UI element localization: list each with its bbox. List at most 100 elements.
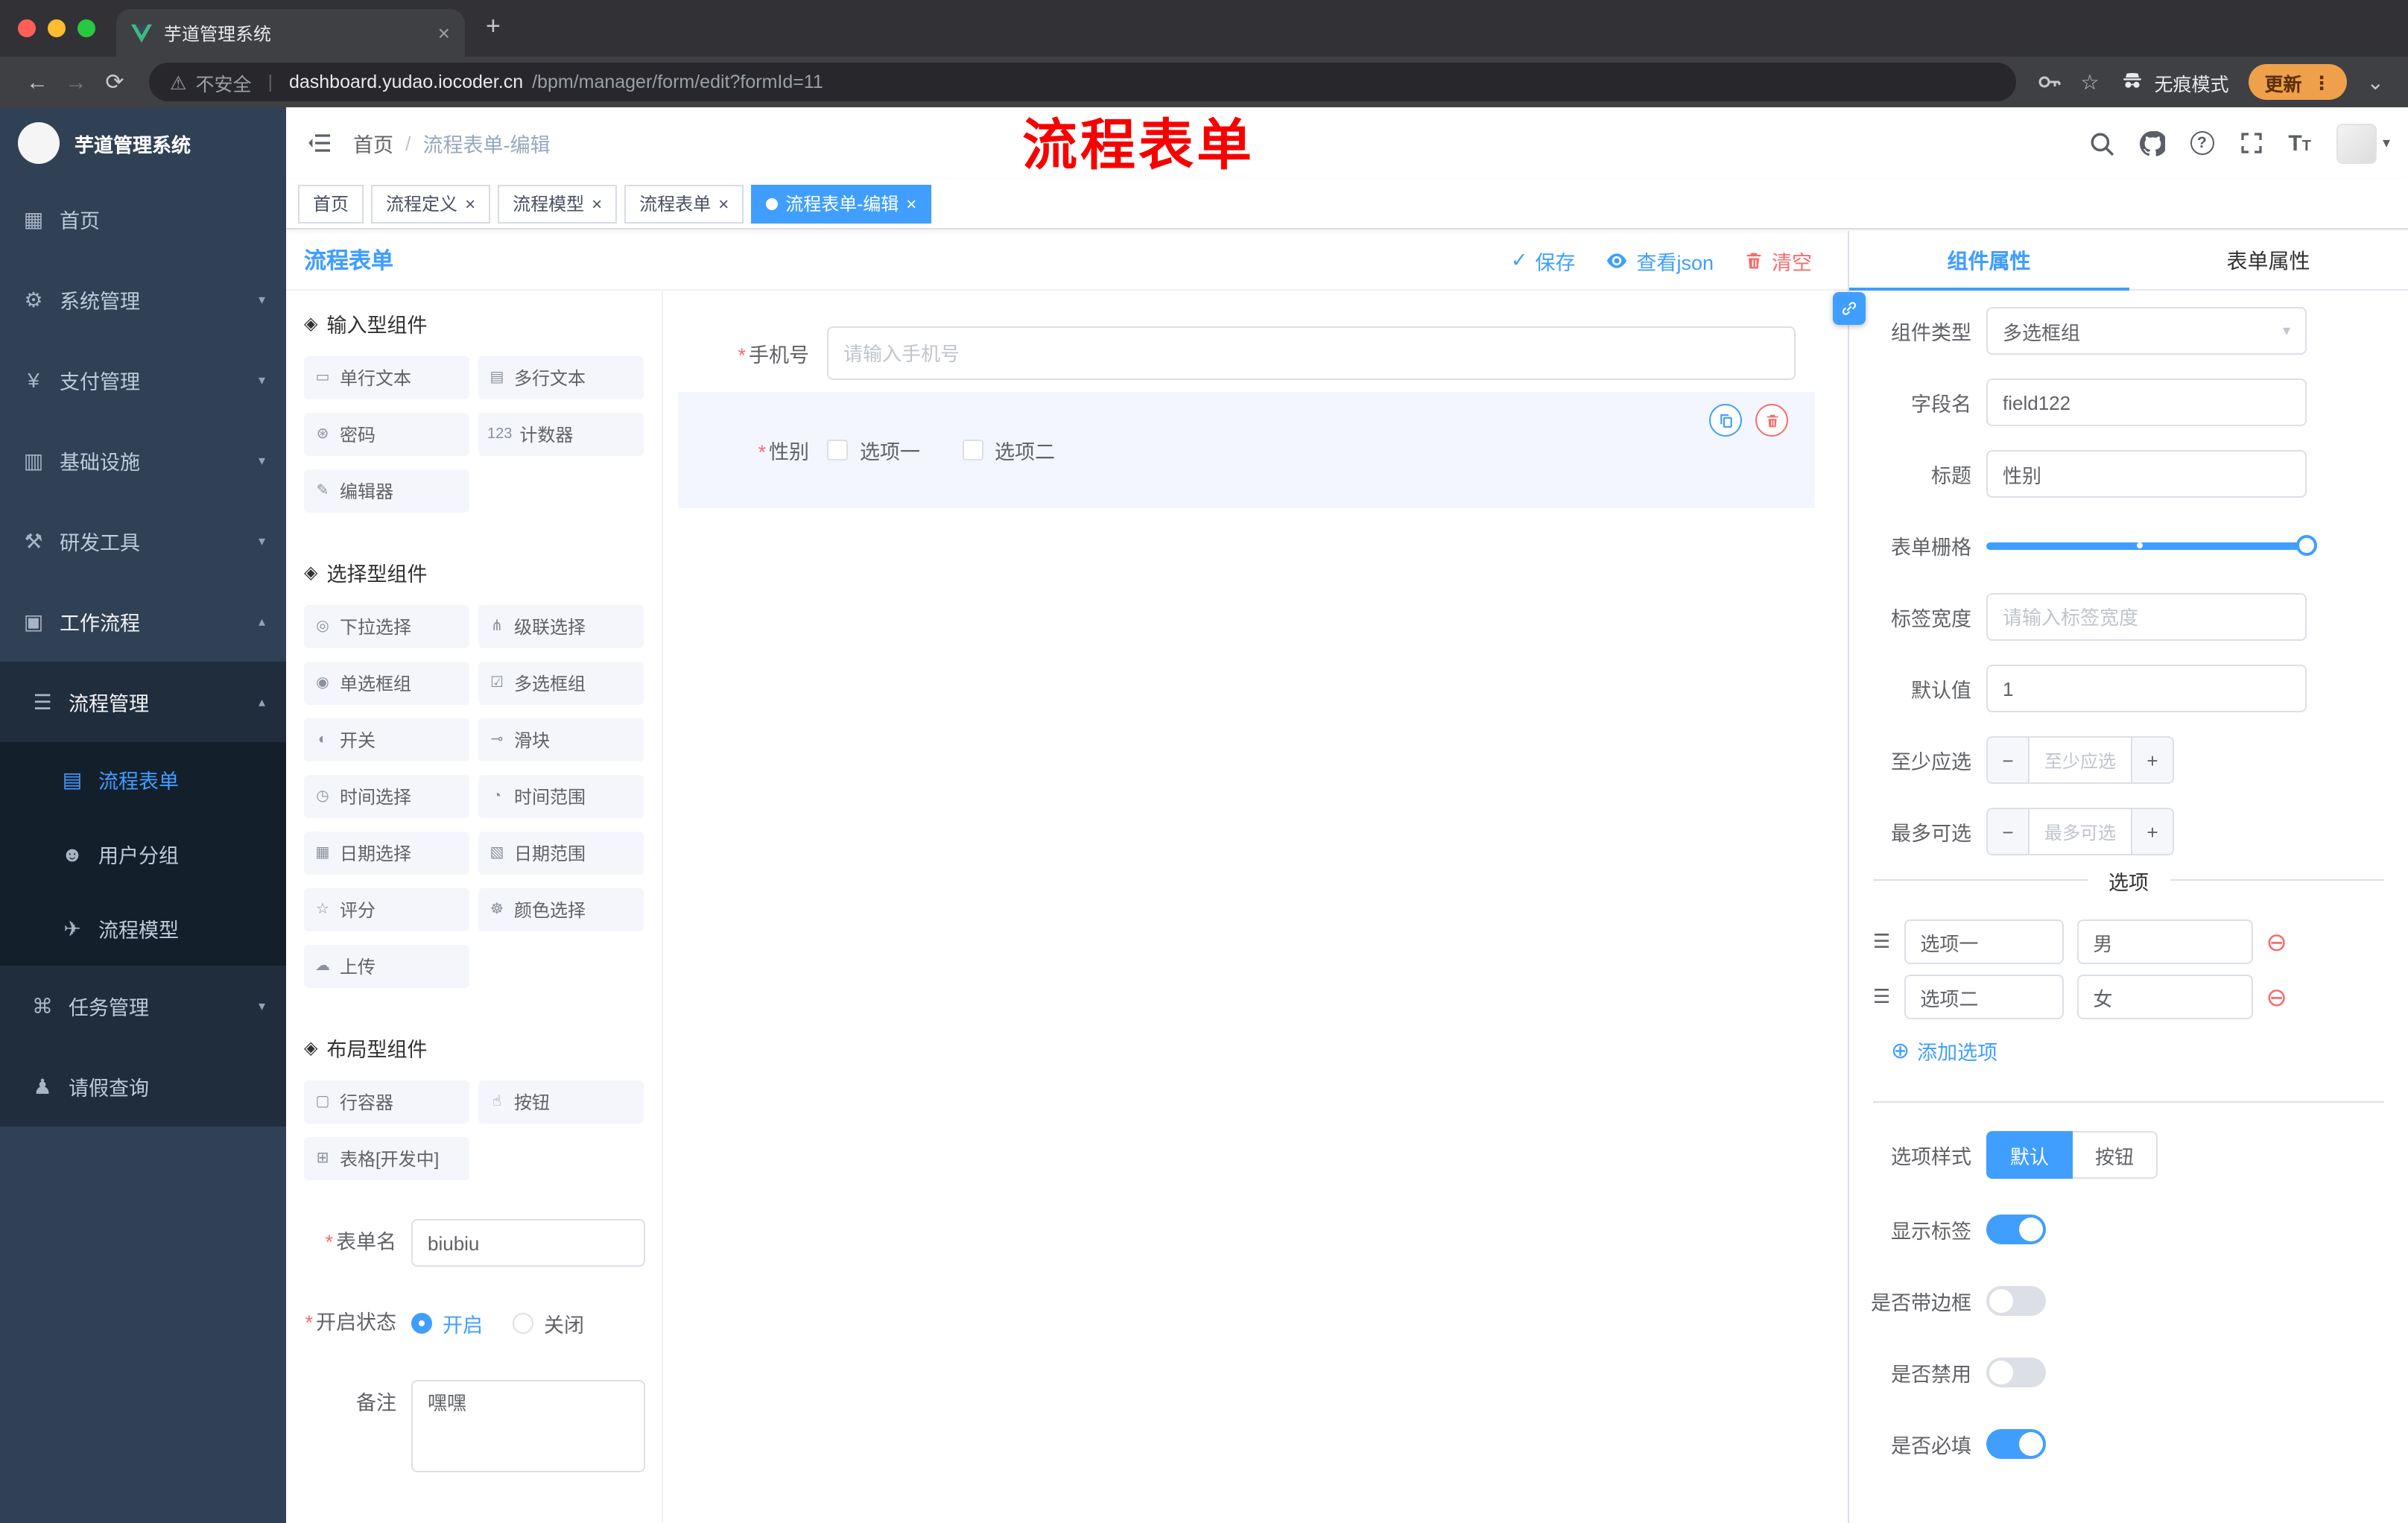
delete-component-button[interactable] [1755, 404, 1788, 437]
form-grid-slider[interactable] [1986, 522, 2317, 569]
back-button[interactable]: ← [18, 69, 57, 95]
sidebar-item-system-mgmt[interactable]: ⚙ 系统管理 ▾ [0, 259, 286, 340]
sidebar-item-dev-tools[interactable]: ⚒ 研发工具 ▾ [0, 501, 286, 581]
palette-chip-upload[interactable]: ☁ 上传 [304, 945, 469, 988]
palette-chip-slider[interactable]: ⊸ 滑块 [478, 718, 644, 762]
remove-option-icon[interactable]: ⊖ [2266, 984, 2287, 1010]
palette-chip-date-picker[interactable]: ▦ 日期选择 [304, 832, 469, 875]
form-name-input[interactable] [411, 1219, 645, 1267]
style-default-button[interactable]: 默认 [1986, 1131, 2073, 1179]
increase-button[interactable]: + [2131, 738, 2173, 782]
sidebar-logo[interactable]: 芋道管理系统 [0, 107, 286, 179]
palette-chip-switch[interactable]: ◐ 开关 [304, 718, 469, 762]
sidebar-item-process-model[interactable]: ✈ 流程模型 [0, 891, 286, 966]
field-name-input[interactable] [1986, 379, 2307, 426]
decrease-button[interactable]: − [1988, 738, 2030, 782]
search-icon[interactable] [2088, 130, 2114, 156]
show-label-toggle[interactable] [1986, 1215, 2046, 1244]
sidebar-item-payment-mgmt[interactable]: ¥ 支付管理 ▾ [0, 340, 286, 420]
tab-form-props[interactable]: 表单属性 [2129, 231, 2408, 289]
sidebar-item-user-group[interactable]: ☻ 用户分组 [0, 817, 286, 891]
remove-option-icon[interactable]: ⊖ [2266, 929, 2287, 954]
status-off-radio[interactable]: 关闭 [513, 1308, 584, 1338]
close-icon[interactable]: × [465, 193, 475, 214]
decrease-button[interactable]: − [1988, 809, 2030, 854]
title-input[interactable] [1986, 450, 2307, 498]
option-label-input[interactable] [1904, 975, 2064, 1019]
password-key-icon[interactable] [2037, 70, 2061, 94]
window-close-button[interactable] [18, 19, 36, 37]
fullscreen-icon[interactable] [2239, 131, 2263, 155]
palette-chip-color-picker[interactable]: ☸ 颜色选择 [478, 888, 644, 931]
default-value-input[interactable] [1986, 665, 2307, 712]
palette-chip-rate[interactable]: ☆ 评分 [304, 888, 469, 931]
palette-chip-button[interactable]: ☝ 按钮 [478, 1080, 644, 1124]
reload-button[interactable]: ⟳ [95, 69, 134, 95]
add-option-button[interactable]: ⊕ 添加选项 [1891, 1036, 2408, 1066]
close-icon[interactable]: × [592, 193, 602, 214]
help-icon[interactable]: ? [2190, 131, 2214, 155]
palette-chip-password[interactable]: ⊛ 密码 [304, 413, 469, 456]
palette-chip-row-container[interactable]: ▢ 行容器 [304, 1080, 469, 1124]
canvas-field-gender-selected[interactable]: * 性别 选项一 选项二 [678, 392, 1815, 508]
close-icon[interactable]: × [718, 193, 729, 214]
palette-chip-select[interactable]: ◎ 下拉选择 [304, 605, 469, 648]
new-tab-button[interactable]: + [486, 12, 501, 42]
border-toggle[interactable] [1986, 1286, 2046, 1316]
form-canvas[interactable]: *手机号 *性别 选项一 选项二 [663, 291, 1848, 1523]
status-on-radio[interactable]: 开启 [411, 1308, 483, 1338]
slider-handle[interactable] [2296, 535, 2317, 556]
save-button[interactable]: ✓ 保存 [1511, 245, 1576, 275]
view-json-button[interactable]: 查看json [1605, 245, 1714, 275]
palette-chip-time-range[interactable]: ◔ 时间范围 [478, 775, 644, 818]
github-icon[interactable] [2139, 130, 2165, 156]
sidebar-item-task-mgmt[interactable]: ⌘ 任务管理 ▾ [0, 966, 286, 1046]
palette-chip-cascader[interactable]: ⋔ 级联选择 [478, 605, 644, 648]
doc-link-button[interactable] [1833, 292, 1866, 325]
security-label[interactable]: 不安全 [195, 68, 251, 96]
palette-chip-editor[interactable]: ✎ 编辑器 [304, 469, 469, 513]
copy-component-button[interactable] [1709, 404, 1742, 437]
palette-chip-multi-text[interactable]: ▤ 多行文本 [478, 356, 644, 399]
required-toggle[interactable] [1986, 1429, 2046, 1459]
hamburger-icon[interactable] [286, 131, 353, 155]
palette-chip-checkbox-group[interactable]: ☑ 多选框组 [478, 662, 644, 705]
sidebar-item-process-form[interactable]: ▤ 流程表单 [0, 742, 286, 817]
palette-chip-single-text[interactable]: ▭ 单行文本 [304, 356, 469, 399]
window-minimize-button[interactable] [48, 19, 66, 37]
close-icon[interactable]: × [906, 193, 916, 214]
forward-button[interactable]: → [57, 69, 95, 95]
palette-chip-table[interactable]: ⊞ 表格[开发中] [304, 1137, 469, 1180]
tab-close-icon[interactable]: × [438, 22, 450, 43]
min-select-input[interactable]: 至少应选 [2030, 738, 2131, 782]
component-type-select[interactable]: 多选框组 ▾ [1986, 307, 2307, 355]
canvas-field-phone[interactable]: * 手机号 [678, 326, 1848, 380]
profile-caret-icon[interactable]: ⌄ [2367, 69, 2384, 95]
tag-process-form-edit[interactable]: 流程表单-编辑 × [751, 184, 932, 223]
palette-chip-counter[interactable]: 123 计数器 [478, 413, 644, 456]
sidebar-item-infrastructure[interactable]: ▥ 基础设施 ▾ [0, 420, 286, 501]
tag-home[interactable]: 首页 [298, 184, 364, 223]
tab-component-props[interactable]: 组件属性 [1849, 231, 2129, 291]
tag-process-model[interactable]: 流程模型 × [498, 184, 618, 223]
drag-handle-icon[interactable]: ☰ [1873, 985, 1890, 1009]
style-button-button[interactable]: 按钮 [2073, 1131, 2158, 1179]
browser-menu-icon[interactable]: ⋮ [2313, 71, 2331, 93]
gender-option-1-checkbox[interactable]: 选项一 [827, 435, 920, 465]
gender-option-2-checkbox[interactable]: 选项二 [962, 435, 1055, 465]
palette-chip-radio-group[interactable]: ◉ 单选框组 [304, 662, 469, 705]
browser-tab[interactable]: 芋道管理系统 × [116, 9, 465, 57]
disabled-toggle[interactable] [1986, 1358, 2046, 1387]
sidebar-item-process-mgmt[interactable]: ☰ 流程管理 ▴ [0, 662, 286, 742]
window-zoom-button[interactable] [77, 19, 95, 37]
breadcrumb-home[interactable]: 首页 [353, 128, 393, 158]
tag-process-definition[interactable]: 流程定义 × [371, 184, 491, 223]
max-select-input[interactable]: 最多可选 [2030, 809, 2131, 854]
drag-handle-icon[interactable]: ☰ [1873, 930, 1890, 954]
remark-textarea[interactable]: 嘿嘿 [411, 1380, 645, 1472]
sidebar-item-home[interactable]: ▦ 首页 [0, 179, 286, 259]
update-button[interactable]: 更新 ⋮ [2248, 64, 2348, 100]
option-value-input[interactable] [2076, 975, 2253, 1019]
sidebar-item-workflow[interactable]: ▣ 工作流程 ▴ [0, 581, 286, 662]
clear-button[interactable]: 清空 [1743, 245, 1812, 275]
